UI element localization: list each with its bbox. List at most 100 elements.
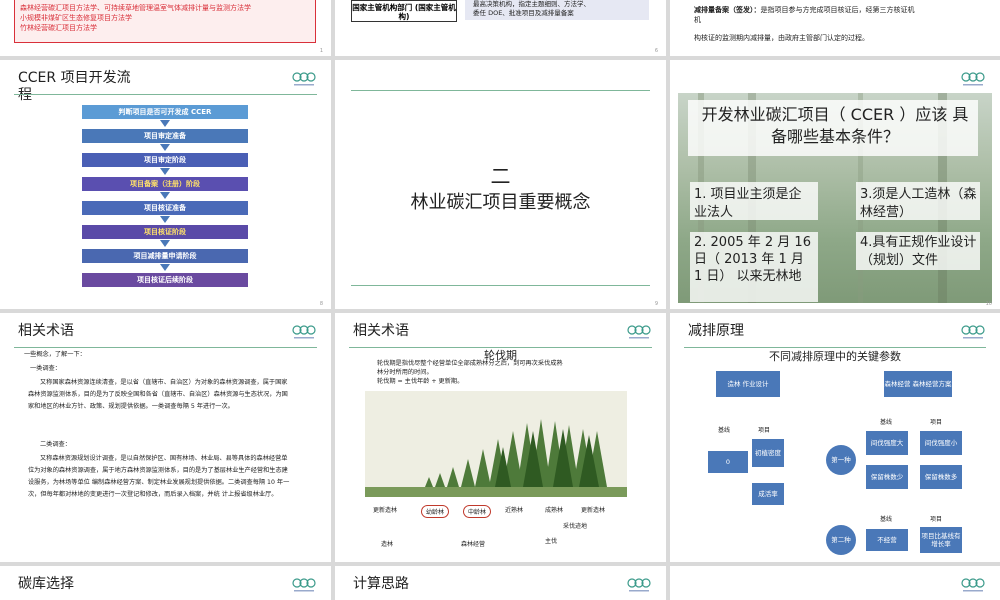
- slide-11[interactable]: 计算思路: [335, 566, 666, 600]
- box-no-management: 不经营: [866, 529, 908, 551]
- slide-12[interactable]: [670, 566, 1000, 600]
- flow-step-4: 项目备案（注册）阶段: [82, 177, 248, 191]
- desc-2: 林分时所用的时间。: [377, 369, 433, 376]
- slide-8[interactable]: 相关术语 轮伐期 轮伐期是指伐尽整个经营单位全部成熟林分之后，到可再次采伐成熟 …: [335, 313, 666, 562]
- bottom-label-4: 采伐迹地: [563, 523, 588, 530]
- logo-icon: [292, 578, 316, 592]
- box-thinning-heavy: 间伐强度大: [866, 431, 908, 455]
- slide-title: 碳库选择: [18, 576, 74, 592]
- slide-2[interactable]: 国家主管机构部门 (国家主管机构) 最高决策机构，指定主题细则、方法学、 委任 …: [335, 0, 666, 56]
- flow-arrow-5: [160, 216, 170, 223]
- slide-10[interactable]: 碳库选择: [0, 566, 331, 600]
- s1-line-2: 小规模非煤矿区生态修复项目方法学: [20, 14, 132, 22]
- flow-step-7: 项目减排量申请阶段: [82, 249, 248, 263]
- question-text: 开发林业碳汇项目（ CCER ）应该 具备哪些基本条件？: [701, 105, 969, 146]
- col-baseline-3: 基线: [880, 516, 893, 523]
- box-retain-many: 保留株数多: [920, 465, 962, 489]
- flow-step-5: 项目核证准备: [82, 201, 248, 215]
- formula: 轮伐期 = 主伐年龄 + 更新期。: [377, 378, 464, 385]
- page-number: 8: [319, 301, 323, 307]
- flow-step-3: 项目审定阶段: [82, 153, 248, 167]
- slide-1[interactable]: 森林经营碳汇项目方法学、可持续草地管理温室气体减排计量与监测方法学 小规模非煤矿…: [0, 0, 331, 56]
- col-project-1: 项目: [758, 427, 771, 434]
- term-label: 减排量备案（签发）：: [694, 6, 761, 14]
- s2-bullet-2: 委任 DOE、批准项目及减排量备案: [473, 9, 574, 17]
- slide-5[interactable]: 二 林业碳汇项目重要概念 9: [335, 60, 666, 309]
- box-zero: 0: [708, 451, 748, 473]
- bottom-label-2: 森林经营: [461, 541, 486, 548]
- logo-icon: [961, 325, 985, 339]
- col-baseline-2: 基线: [880, 419, 893, 426]
- frame-top: [351, 90, 650, 91]
- cond-4: 4.具有正规作业设计（规划）文件: [860, 235, 977, 268]
- forest-illustration: [365, 419, 627, 497]
- flow-step-1: 判断项目是否可开发成 CCER: [82, 105, 248, 119]
- term-2-title: 二类调查：: [40, 441, 71, 448]
- slide-title: 减排原理: [688, 323, 744, 339]
- bottom-label-1: 造林: [381, 541, 394, 548]
- col-project-2: 项目: [930, 419, 943, 426]
- s1-line-1: 森林经营碳汇项目方法学、可持续草地管理温室气体减排计量与监测方法学: [20, 4, 251, 12]
- logo-icon: [292, 72, 316, 86]
- slide-title: 相关术语: [18, 323, 74, 339]
- box-afforestation: 造林 作业设计: [716, 371, 780, 397]
- col-baseline-1: 基线: [718, 427, 731, 434]
- page-number: 10: [985, 301, 992, 307]
- logo-icon: [627, 578, 651, 592]
- box-initial-density: 初植密度: [752, 439, 784, 467]
- s3-term: 减排量备案（签发）：是指项目参与方完成项目核证后，经第三方核证机: [694, 6, 915, 15]
- subtitle: 不同减排原理中的关键参数: [769, 350, 901, 363]
- flow-arrow-1: [160, 120, 170, 127]
- box-survival-rate: 成活率: [752, 483, 784, 505]
- box-thinning-light: 间伐强度小: [920, 431, 962, 455]
- term-def-1: 是指项目参与方完成项目核证后，经第三方核证机: [760, 6, 915, 14]
- stage-label-2: 幼龄林: [421, 505, 450, 518]
- s1-line-3: 竹林经营碳汇项目方法学: [20, 24, 97, 32]
- box-growth-rate: 项目比基线有增长率: [920, 527, 962, 553]
- col-project-3: 项目: [930, 516, 943, 523]
- authority-label: 国家主管机构部门 (国家主管机构): [352, 3, 456, 21]
- title-rule: [14, 94, 317, 95]
- flow-arrow-2: [160, 144, 170, 151]
- flow-arrow-7: [160, 264, 170, 271]
- flow-step-2: 项目审定准备: [82, 129, 248, 143]
- flow-step-8: 项目核证后续阶段: [82, 273, 248, 287]
- logo-icon: [292, 325, 316, 339]
- section-heading: 林业碳汇项目重要概念: [410, 192, 591, 213]
- slide-7[interactable]: 相关术语 一些概念，了解一下： 一类调查： 又称国家森林资源连续清查，是以省（直…: [0, 313, 331, 562]
- authority-box: 国家主管机构部门 (国家主管机构): [351, 0, 457, 22]
- flow-arrow-4: [160, 192, 170, 199]
- slide-3[interactable]: 减排量备案（签发）：是指项目参与方完成项目核证后，经第三方核证机 机 构核证的监…: [670, 0, 1000, 56]
- s3-def-3: 构核证的监测期内减排量，由政府主管部门认定的过程。: [694, 34, 869, 42]
- stage-label-5: 成熟林: [545, 507, 564, 514]
- s2-bullet-1: 最高决策机构，指定主题细则、方法学、: [473, 0, 590, 8]
- stage-label-6: 更新造林: [581, 507, 606, 514]
- term-1-title: 一类调查：: [30, 365, 61, 372]
- slide-6[interactable]: 开发林业碳汇项目（ CCER ）应该 具备哪些基本条件？ 1. 项目业主须是企 …: [670, 60, 1000, 309]
- cond-1: 1. 项目业主须是企 业法人: [694, 187, 802, 220]
- frame-bottom: [351, 285, 650, 286]
- circle-type-2: 第二种: [826, 525, 856, 555]
- slide-title: 计算思路: [353, 576, 409, 592]
- page-number: 9: [654, 301, 658, 307]
- stage-label-3: 中龄林: [463, 505, 492, 518]
- logo-icon: [627, 325, 651, 339]
- bottom-label-3: 主伐: [545, 538, 558, 545]
- box-forest-management: 森林经营 森林经营方案: [884, 371, 952, 397]
- logo-icon: [961, 578, 985, 592]
- page-number: 1: [319, 48, 323, 54]
- flow-arrow-3: [160, 168, 170, 175]
- slide-4[interactable]: CCER 项目开发流程 判断项目是否可开发成 CCER 项目审定准备 项目审定阶段项…: [0, 60, 331, 309]
- page-number: 6: [654, 48, 658, 54]
- cond-3: 3.须是人工造林（森林经营）: [860, 187, 977, 220]
- term-2-desc: 又称森林资源规划设计调查，是以自然保护区、国有林场、林业局、县等具体的森林经营单…: [28, 455, 290, 498]
- slide-title: CCER 项目开发流程: [18, 70, 131, 103]
- slide-title: 相关术语: [353, 323, 409, 339]
- term-1-desc: 又称国家森林资源连续清查，是以省（直辖市、自治区）为对象的森林资源调查，属于国家…: [28, 379, 288, 410]
- intro-text: 一些概念，了解一下：: [24, 351, 86, 358]
- stage-label-4: 近熟林: [505, 507, 524, 514]
- box-retain-few: 保留株数少: [866, 465, 908, 489]
- slide-9[interactable]: 减排原理 不同减排原理中的关键参数 造林 作业设计 森林经营 森林经营方案 基线…: [670, 313, 1000, 562]
- title-rule: [14, 347, 317, 348]
- circle-type-1: 第一种: [826, 445, 856, 475]
